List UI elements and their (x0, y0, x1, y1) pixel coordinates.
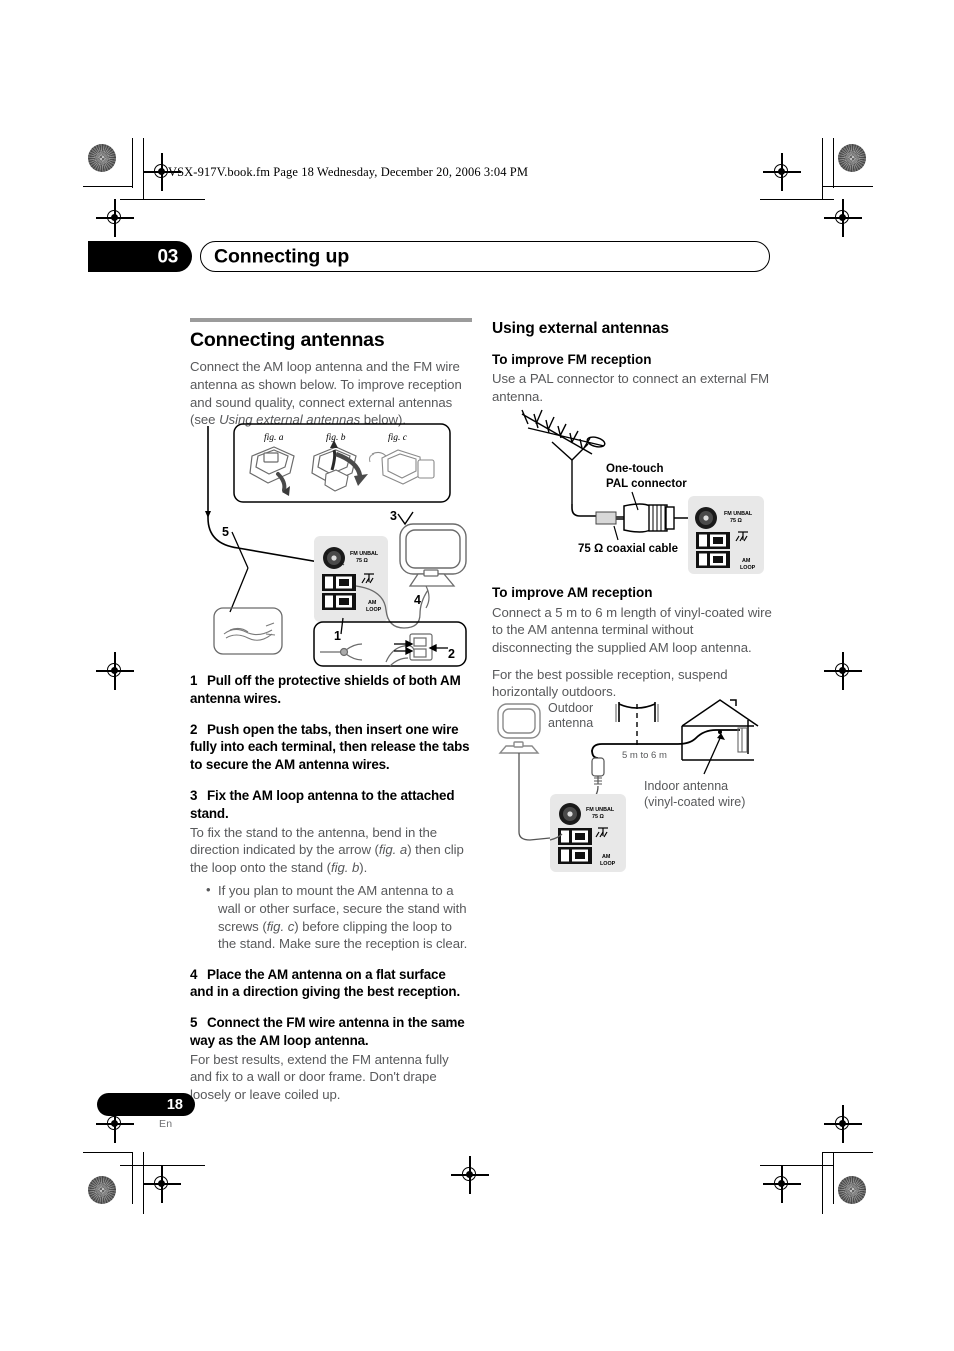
page-number-badge: 18 (97, 1093, 195, 1116)
chapter-number: 03 (157, 246, 178, 267)
pal-connector-label-line2: PAL connector (606, 478, 687, 490)
am-terminal-label-line1: AM (742, 558, 751, 564)
halftone-circle-bottom-left (88, 1176, 116, 1204)
fig-a-label: fig. a (264, 432, 284, 443)
callout-4: 4 (414, 593, 421, 607)
left-column-steps: 1 Pull off the protective shields of both… (190, 672, 472, 1104)
indoor-antenna-label-line2: (vinyl-coated wire) (644, 795, 745, 809)
chapter-number-badge: 03 (88, 241, 192, 272)
step-3: 3 Fix the AM loop antenna to the attached… (190, 787, 472, 823)
step-4-heading: Place the AM antenna on a flat surface a… (190, 966, 461, 1000)
crop-mark-bottom-right-v1 (822, 1152, 824, 1214)
right-column-am: To improve AM reception Connect a 5 m to… (492, 585, 774, 701)
page-language: En (159, 1118, 173, 1130)
step-5-number: 5 (190, 1015, 198, 1031)
step-1-heading: Pull off the protective shields of both … (190, 673, 461, 706)
registration-mark-bottom-left (143, 1165, 181, 1203)
step-1: 1 Pull off the protective shields of both… (190, 672, 472, 708)
callout-3: 3 (390, 509, 397, 523)
coax-cable-label: 75 Ω coaxial cable (578, 543, 678, 555)
crop-mark-top-right-h1 (823, 186, 873, 188)
improve-fm-body: Use a PAL connector to connect an extern… (492, 371, 770, 405)
terminal-fm-label-line2: 75 Ω (356, 558, 368, 564)
fig-b-label: fig. b (326, 432, 346, 443)
registration-mark-right-upper (824, 199, 862, 237)
step-2-heading: Push open the tabs, then insert one wire… (190, 721, 470, 773)
figure-antenna-connection: fig. a fig. b fig. c 3 4 FM UNBAL 75 Ω A… (186, 418, 486, 673)
terminal-fm-label-line1: FM UNBAL (350, 551, 379, 557)
section-rule (190, 318, 472, 322)
using-external-antennas-heading: Using external antennas (492, 320, 669, 337)
bullet-fig-c-ref: fig. c (266, 918, 295, 934)
step-5-heading: Connect the FM wire antenna in the same … (190, 1015, 465, 1049)
step-3-fig-a-ref: fig. a (378, 842, 408, 858)
chapter-title: Connecting up (214, 244, 350, 267)
figure-am-external-antenna: Outdoor antenna 5 m to 6 m Indoor antenn… (492, 692, 782, 877)
registration-mark-bottom-center (451, 1156, 489, 1194)
indoor-antenna-label-line1: Indoor antenna (644, 779, 728, 793)
list-item: If you plan to mount the AM antenna to a… (206, 881, 472, 952)
registration-mark-bottom-right (763, 1165, 801, 1203)
crop-mark-top-left-v1 (132, 138, 134, 188)
crop-mark-top-left-h1 (83, 186, 133, 188)
step-3-number: 3 (190, 788, 198, 804)
page-number: 18 (166, 1096, 183, 1113)
step-5: 5 Connect the FM wire antenna in the same… (190, 1014, 472, 1050)
step-3-body-3: ). (359, 859, 368, 875)
right-column: Using external antennas To improve FM re… (492, 320, 774, 406)
step-4: 4 Place the AM antenna on a flat surface … (190, 966, 472, 1002)
wire-length-label: 5 m to 6 m (622, 750, 667, 761)
crop-mark-top-right-h2 (760, 199, 834, 201)
crop-mark-top-right-v2 (833, 138, 835, 188)
pal-connector-label-line1: One-touch (606, 463, 664, 475)
halftone-circle-top-left (88, 144, 116, 172)
crop-mark-bottom-left-v1 (132, 1152, 134, 1204)
outdoor-antenna-label-line2: antenna (548, 716, 593, 730)
crop-mark-top-right-v1 (822, 138, 824, 200)
registration-mark-right-lower (824, 1105, 862, 1143)
fig-c-label: fig. c (388, 432, 408, 443)
halftone-circle-top-right (838, 144, 866, 172)
step-4-number: 4 (190, 966, 198, 982)
am-fig-fm-label-line1: FM UNBAL (586, 807, 615, 813)
registration-mark-left-middle (96, 652, 134, 690)
crop-mark-bottom-right-v2 (833, 1152, 835, 1204)
registration-mark-top-right (763, 153, 801, 191)
crop-mark-bottom-right-h1 (823, 1152, 873, 1154)
registration-mark-left-upper (96, 199, 134, 237)
am-fig-fm-label-line2: 75 Ω (592, 814, 604, 820)
chapter-header-bar: 03 Connecting up (88, 241, 770, 272)
fm-terminal-label-line2: 75 Ω (730, 518, 742, 524)
step-2-number: 2 (190, 721, 198, 737)
step-3-bullet-list: If you plan to mount the AM antenna to a… (190, 881, 472, 952)
fm-terminal-label-line1: FM UNBAL (724, 511, 753, 517)
step-2: 2 Push open the tabs, then insert one wir… (190, 721, 472, 774)
step-5-body: For best results, extend the FM antenna … (190, 1051, 449, 1103)
improve-am-heading: To improve AM reception (492, 585, 653, 600)
registration-mark-right-middle (824, 652, 862, 690)
crop-mark-top-left-h2 (120, 199, 205, 201)
am-terminal-label-line2: LOOP (740, 565, 756, 571)
halftone-circle-bottom-right (838, 1176, 866, 1204)
callout-1: 1 (334, 629, 341, 643)
improve-am-body-1: Connect a 5 m to 6 m length of vinyl-coa… (492, 604, 772, 655)
page-title: Connecting antennas (190, 329, 385, 351)
terminal-am-label-line2: LOOP (366, 607, 382, 613)
step-3-heading: Fix the AM loop antenna to the attached … (190, 788, 455, 821)
crop-mark-top-left-v2 (143, 138, 145, 200)
outdoor-antenna-label-line1: Outdoor (548, 701, 593, 715)
improve-fm-heading: To improve FM reception (492, 351, 652, 367)
callout-2: 2 (448, 647, 455, 661)
step-3-body: To fix the stand to the antenna, bend in… (190, 824, 472, 877)
step-3-fig-b-ref: fig. b (331, 859, 360, 875)
callout-5: 5 (222, 525, 229, 539)
terminal-am-label-line1: AM (368, 600, 377, 606)
am-fig-am-label-line2: LOOP (600, 861, 616, 867)
source-file-header: VSX-917V.book.fm Page 18 Wednesday, Dece… (168, 165, 529, 179)
step-1-number: 1 (190, 673, 198, 688)
crop-mark-bottom-left-h1 (83, 1152, 133, 1154)
figure-fm-external-antenna: One-touch PAL connector 75 Ω coaxial cab… (492, 408, 782, 585)
am-fig-am-label-line1: AM (602, 854, 611, 860)
